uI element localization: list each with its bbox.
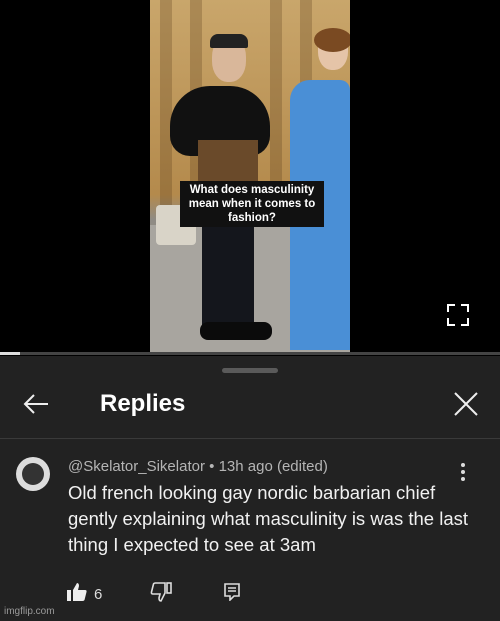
meta-separator: •: [204, 458, 219, 475]
replies-sheet: Replies @Skelator_Sikelator • 13h ago (e…: [0, 356, 500, 621]
fullscreen-icon[interactable]: [447, 304, 469, 326]
close-icon[interactable]: [452, 390, 480, 418]
drag-handle[interactable]: [222, 368, 278, 373]
avatar[interactable]: [16, 457, 50, 491]
thumbs-up-icon[interactable]: [66, 582, 88, 607]
video-progress-fill: [0, 352, 20, 355]
thumbs-down-icon[interactable]: [150, 581, 173, 607]
like-count: 6: [94, 585, 103, 603]
comment-meta: @Skelator_Sikelator • 13h ago (edited): [68, 458, 328, 475]
comment-time: 13h ago (edited): [218, 458, 328, 475]
replies-title: Replies: [100, 390, 186, 417]
video-frame: [150, 0, 350, 354]
video-progress-bar[interactable]: [0, 352, 500, 355]
comment-actions: 6: [66, 581, 241, 607]
comment-author[interactable]: @Skelator_Sikelator: [68, 458, 205, 475]
reply-icon[interactable]: [224, 582, 241, 606]
header-divider: [0, 438, 500, 439]
watermark: imgflip.com: [4, 606, 55, 617]
video-player[interactable]: What does masculinity mean when it comes…: [0, 0, 500, 355]
comment-text: Old french looking gay nordic barbarian …: [68, 482, 468, 555]
arrow-left-icon[interactable]: [22, 392, 50, 416]
video-caption: What does masculinity mean when it comes…: [180, 181, 324, 227]
